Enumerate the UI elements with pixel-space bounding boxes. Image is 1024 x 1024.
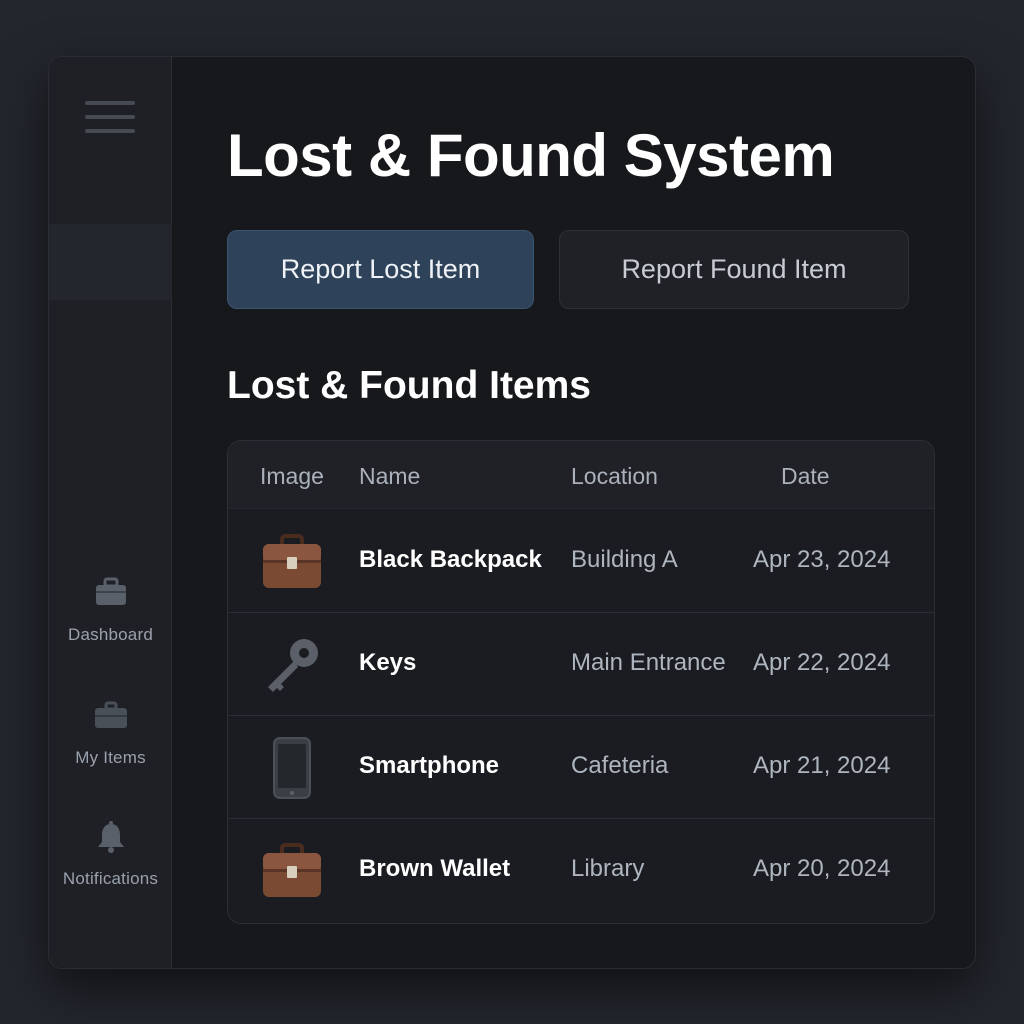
key-icon <box>260 633 324 697</box>
page-title: Lost & Found System <box>227 122 835 189</box>
item-date: Apr 23, 2024 <box>753 546 891 573</box>
sidebar-item-label: Dashboard <box>68 625 153 644</box>
suitcase-icon <box>94 700 128 730</box>
sidebar-item-label: My Items <box>75 748 146 767</box>
sidebar-item-label: Notifications <box>62 869 159 888</box>
sidebar-highlight-band <box>49 224 172 300</box>
main-content: Lost & Found System Report Lost Item Rep… <box>173 57 975 968</box>
bell-icon <box>94 821 128 853</box>
briefcase-icon <box>260 530 324 594</box>
table-row[interactable]: Smartphone Cafeteria Apr 21, 2024 <box>228 716 934 819</box>
item-location: Building A <box>571 546 678 573</box>
column-header-image: Image <box>260 463 324 489</box>
table-body: Black Backpack Building A Apr 23, 2024 K… <box>228 510 934 923</box>
items-table: Image Name Location Date Black Backpack … <box>227 440 935 924</box>
item-location: Cafeteria <box>571 752 669 779</box>
sidebar-item-my-items[interactable]: My Items <box>49 700 172 768</box>
report-lost-item-button[interactable]: Report Lost Item <box>227 230 534 309</box>
item-name: Keys <box>359 649 417 676</box>
table-row[interactable]: Keys Main Entrance Apr 22, 2024 <box>228 613 934 716</box>
briefcase-icon <box>94 577 128 607</box>
sidebar: Dashboard My Items Notifications <box>49 57 172 968</box>
item-location: Main Entrance <box>571 649 726 676</box>
column-header-date: Date <box>781 463 830 489</box>
sidebar-item-dashboard[interactable]: Dashboard <box>49 577 172 645</box>
item-name: Brown Wallet <box>359 855 511 882</box>
column-header-name: Name <box>359 463 421 489</box>
table-row[interactable]: Black Backpack Building A Apr 23, 2024 <box>228 510 934 613</box>
item-date: Apr 20, 2024 <box>753 855 891 882</box>
item-date: Apr 22, 2024 <box>753 649 891 676</box>
item-location: Library <box>571 855 645 882</box>
item-date: Apr 21, 2024 <box>753 752 891 779</box>
hamburger-menu-icon[interactable] <box>85 101 135 137</box>
table-row[interactable]: Brown Wallet Library Apr 20, 2024 <box>228 819 934 922</box>
report-found-item-button[interactable]: Report Found Item <box>559 230 909 309</box>
sidebar-item-notifications[interactable]: Notifications <box>49 821 172 889</box>
column-header-location: Location <box>571 463 658 489</box>
briefcase-icon <box>260 839 324 903</box>
app-window: Dashboard My Items Notifications Lost & … <box>48 56 976 969</box>
item-name: Black Backpack <box>359 546 542 573</box>
item-name: Smartphone <box>359 752 500 779</box>
smartphone-icon <box>260 736 324 800</box>
section-title: Lost & Found Items <box>227 364 591 407</box>
table-header: Image Name Location Date <box>228 441 934 509</box>
